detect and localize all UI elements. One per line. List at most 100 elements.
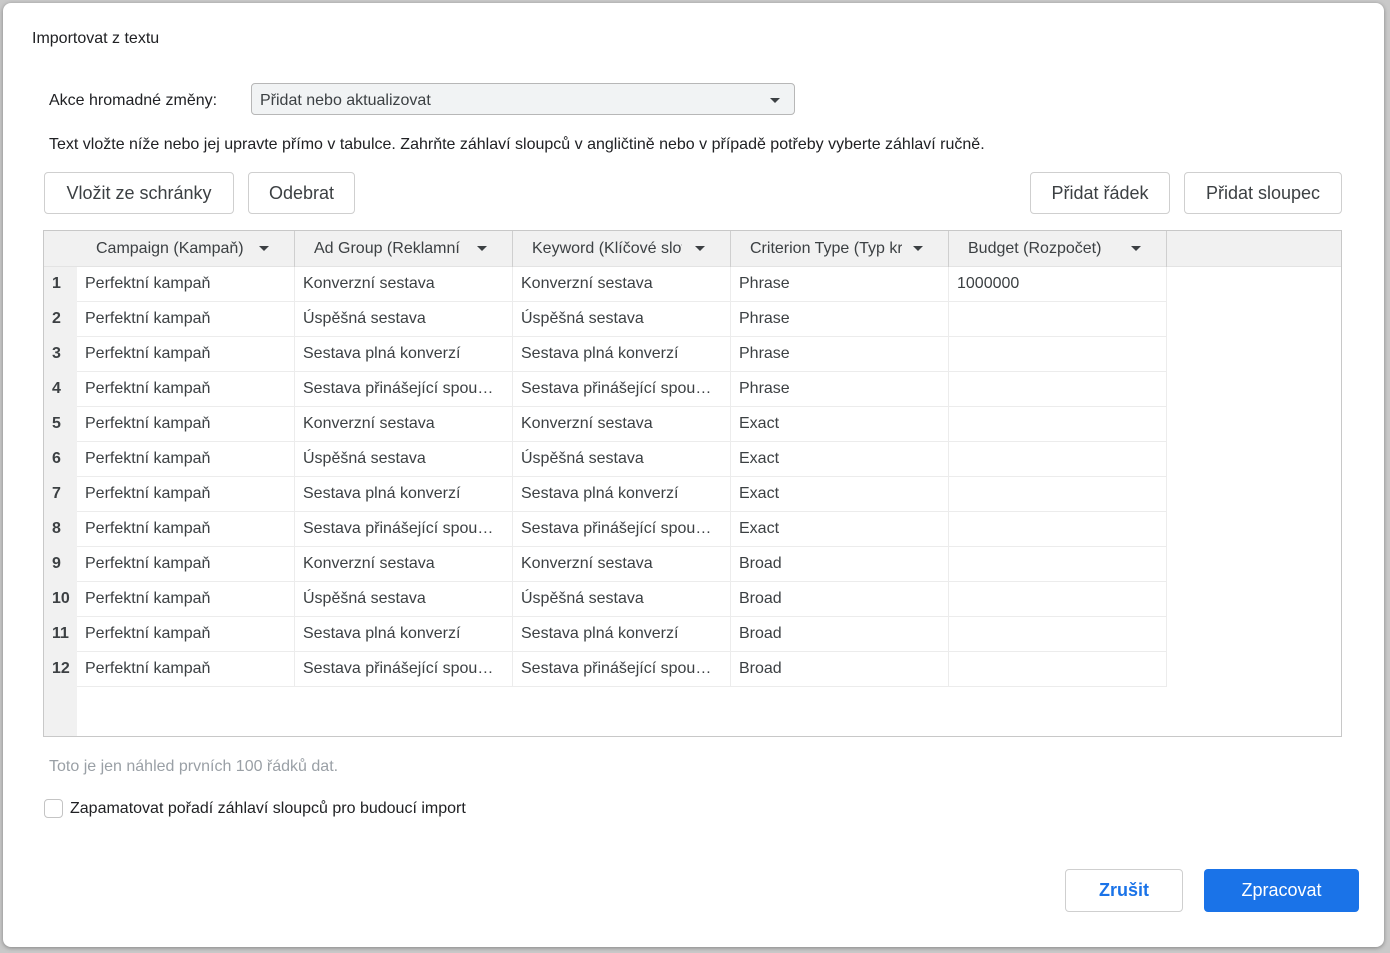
paste-from-clipboard-button[interactable]: Vložit ze schránky [44, 172, 234, 214]
row-number: 10 [52, 590, 70, 607]
row-number: 4 [52, 380, 61, 397]
table-cell[interactable]: Perfektní kampaň [77, 407, 295, 442]
table-cell[interactable]: Úspěšná sestava [513, 582, 731, 617]
table-cell[interactable]: Konverzní sestava [295, 407, 513, 442]
row-number: 9 [52, 555, 61, 572]
table-cell[interactable]: Phrase [731, 267, 949, 302]
table-row: 8 Perfektní kampaň Sestava přinášející spo… [44, 512, 1167, 547]
table-cell[interactable]: Perfektní kampaň [77, 337, 295, 372]
table-cell[interactable]: Broad [731, 582, 949, 617]
table-cell[interactable] [949, 617, 1167, 652]
preview-note: Toto je jen náhled prvních 100 řádků dat… [49, 758, 339, 775]
table-cell[interactable]: Sestava přinášející spou… [513, 372, 731, 407]
bulk-action-select[interactable]: Přidat nebo aktualizovat [251, 83, 795, 115]
table-cell[interactable] [949, 477, 1167, 512]
table-cell[interactable]: Sestava přinášející spou… [513, 652, 731, 687]
table-cell[interactable] [949, 512, 1167, 547]
table-cell[interactable]: Sestava plná konverzí [295, 337, 513, 372]
table-cell[interactable]: Sestava přinášející spou… [295, 512, 513, 547]
table-row: 4 Perfektní kampaň Sestava přinášející spo… [44, 372, 1167, 407]
chevron-down-icon[interactable] [695, 246, 705, 251]
table-cell[interactable] [949, 652, 1167, 687]
table-row: 12 Perfektní kampaň Sestava přinášející sp… [44, 652, 1167, 687]
table-cell[interactable]: Exact [731, 407, 949, 442]
row-number: 1 [52, 275, 61, 292]
table-cell[interactable]: Perfektní kampaň [77, 372, 295, 407]
table-cell[interactable]: Phrase [731, 372, 949, 407]
table-cell[interactable]: Konverzní sestava [295, 267, 513, 302]
table-cell[interactable]: Phrase [731, 302, 949, 337]
table-cell[interactable]: Perfektní kampaň [77, 302, 295, 337]
table-cell[interactable] [949, 442, 1167, 477]
chevron-down-icon[interactable] [477, 246, 487, 251]
chevron-down-icon[interactable] [1131, 246, 1141, 251]
table-cell[interactable]: Úspěšná sestava [295, 582, 513, 617]
table-cell[interactable]: Broad [731, 617, 949, 652]
table-cell[interactable]: Perfektní kampaň [77, 547, 295, 582]
table-cell[interactable]: 1000000 [949, 267, 1167, 302]
cancel-button[interactable]: Zrušit [1065, 869, 1183, 912]
table-cell[interactable]: Perfektní kampaň [77, 267, 295, 302]
table-cell[interactable]: Sestava přinášející spou… [295, 372, 513, 407]
row-number: 7 [52, 485, 61, 502]
remove-button[interactable]: Odebrat [248, 172, 355, 214]
instructions-text: Text vložte níže nebo jej upravte přímo … [49, 136, 985, 153]
table-row: 10 Perfektní kampaň Úspěšná sestava Úspěšná… [44, 582, 1167, 617]
remember-header-order-label[interactable]: Zapamatovat pořadí záhlaví sloupců pro b… [70, 800, 466, 818]
table-cell[interactable]: Konverzní sestava [513, 547, 731, 582]
table-cell[interactable]: Phrase [731, 337, 949, 372]
table-cell[interactable]: Konverzní sestava [513, 267, 731, 302]
table-cell[interactable]: Perfektní kampaň [77, 582, 295, 617]
add-column-button[interactable]: Přidat sloupec [1184, 172, 1342, 214]
table-cell[interactable] [949, 582, 1167, 617]
chevron-down-icon[interactable] [259, 246, 269, 251]
row-number: 3 [52, 345, 61, 362]
table-cell[interactable]: Úspěšná sestava [295, 302, 513, 337]
row-number: 12 [52, 660, 70, 677]
table-cell[interactable]: Perfektní kampaň [77, 512, 295, 547]
table-row: 6 Perfektní kampaň Úspěšná sestava Úspěšná … [44, 442, 1167, 477]
table-cell[interactable]: Perfektní kampaň [77, 652, 295, 687]
table-cell[interactable]: Úspěšná sestava [295, 442, 513, 477]
table-cell[interactable]: Konverzní sestava [513, 407, 731, 442]
table-cell[interactable]: Sestava plná konverzí [513, 617, 731, 652]
table-cell[interactable] [949, 407, 1167, 442]
column-header-criterion-type[interactable]: Criterion Type (Typ kritéria) [731, 231, 949, 267]
table-cell[interactable]: Sestava plná konverzí [513, 477, 731, 512]
table-cell[interactable]: Broad [731, 547, 949, 582]
table-cell[interactable]: Úspěšná sestava [513, 442, 731, 477]
table-cell[interactable] [949, 547, 1167, 582]
column-header-ad-group[interactable]: Ad Group (Reklamní sestava) [295, 231, 513, 267]
add-row-button[interactable]: Přidat řádek [1030, 172, 1170, 214]
table-cell[interactable]: Perfektní kampaň [77, 617, 295, 652]
column-header-keyword[interactable]: Keyword (Klíčové slovo) [513, 231, 731, 267]
table-cell[interactable]: Sestava plná konverzí [295, 617, 513, 652]
table-cell[interactable]: Broad [731, 652, 949, 687]
process-button[interactable]: Zpracovat [1204, 869, 1359, 912]
table-cell[interactable]: Exact [731, 442, 949, 477]
column-header-campaign[interactable]: Campaign (Kampaň) [77, 231, 295, 267]
table-cell[interactable]: Exact [731, 477, 949, 512]
table-cell[interactable] [949, 337, 1167, 372]
table-cell[interactable]: Sestava přinášející spou… [295, 652, 513, 687]
table-cell[interactable] [949, 302, 1167, 337]
table-cell[interactable] [949, 372, 1167, 407]
table-cell[interactable]: Exact [731, 512, 949, 547]
column-header-label: Ad Group (Reklamní sestava) [314, 240, 464, 257]
bulk-action-value: Přidat nebo aktualizovat [260, 92, 431, 109]
chevron-down-icon[interactable] [913, 246, 923, 251]
column-header-budget[interactable]: Budget (Rozpočet) [949, 231, 1167, 267]
table-row: 9 Perfektní kampaň Konverzní sestava Konver… [44, 547, 1167, 582]
table-cell[interactable]: Sestava plná konverzí [295, 477, 513, 512]
grid-header-row: Campaign (Kampaň) Ad Group (Reklamní ses… [44, 231, 1341, 267]
row-number: 2 [52, 310, 61, 327]
table-cell[interactable]: Sestava přinášející spou… [513, 512, 731, 547]
remember-header-order-checkbox[interactable] [44, 799, 63, 818]
table-row: 1 Perfektní kampaň Konverzní sestava Konver… [44, 267, 1167, 302]
table-cell[interactable]: Úspěšná sestava [513, 302, 731, 337]
row-number: 5 [52, 415, 61, 432]
table-cell[interactable]: Perfektní kampaň [77, 477, 295, 512]
table-cell[interactable]: Konverzní sestava [295, 547, 513, 582]
table-cell[interactable]: Sestava plná konverzí [513, 337, 731, 372]
table-cell[interactable]: Perfektní kampaň [77, 442, 295, 477]
